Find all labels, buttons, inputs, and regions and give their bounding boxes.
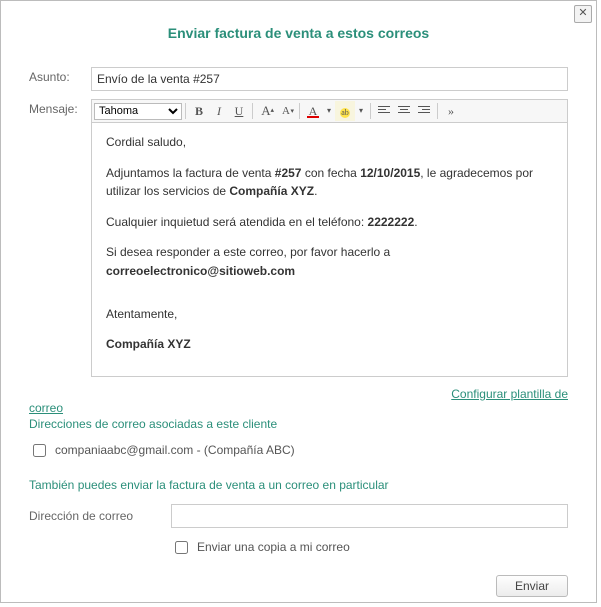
message-label: Mensaje: <box>29 99 91 116</box>
decrease-font-button[interactable]: A▾ <box>276 101 296 121</box>
rich-editor: Tahoma B I U A▴ A▾ A ▾ ab ▾ » <box>91 99 568 377</box>
copy-me-row: Enviar una copia a mi correo <box>171 538 568 557</box>
configure-template-link-line2[interactable]: correo <box>29 401 63 415</box>
extra-email-hint: También puedes enviar la factura de vent… <box>29 478 568 492</box>
address-input[interactable] <box>171 504 568 528</box>
send-button[interactable]: Enviar <box>496 575 568 597</box>
highlight-dropdown[interactable]: ▾ <box>355 101 367 121</box>
align-center-button[interactable] <box>394 101 414 121</box>
bold-button[interactable]: B <box>189 101 209 121</box>
body-line3: Si desea responder a este correo, por fa… <box>106 243 553 280</box>
send-invoice-dialog: ✕ Enviar factura de venta a estos correo… <box>0 0 597 603</box>
copy-me-label: Enviar una copia a mi correo <box>197 540 350 554</box>
dialog-footer: Enviar <box>29 575 568 597</box>
dialog-title: Enviar factura de venta a estos correos <box>29 25 568 41</box>
more-tools-button[interactable]: » <box>441 101 461 121</box>
body-line2: Cualquier inquietud será atendida en el … <box>106 213 553 232</box>
body-line1: Adjuntamos la factura de venta #257 con … <box>106 164 553 201</box>
align-left-button[interactable] <box>374 101 394 121</box>
close-icon[interactable]: ✕ <box>574 5 592 23</box>
editor-toolbar: Tahoma B I U A▴ A▾ A ▾ ab ▾ » <box>91 99 568 123</box>
highlight-button[interactable]: ab <box>335 101 355 121</box>
italic-button[interactable]: I <box>209 101 229 121</box>
message-row: Mensaje: Tahoma B I U A▴ A▾ A ▾ ab ▾ <box>29 99 568 377</box>
font-color-button[interactable]: A <box>303 101 323 121</box>
body-signoff: Atentamente, <box>106 305 553 324</box>
align-right-button[interactable] <box>414 101 434 121</box>
body-greeting: Cordial saludo, <box>106 133 553 152</box>
subject-label: Asunto: <box>29 67 91 84</box>
increase-font-button[interactable]: A▴ <box>256 101 276 121</box>
font-color-dropdown[interactable]: ▾ <box>323 101 335 121</box>
toolbar-separator <box>252 103 253 119</box>
toolbar-separator <box>185 103 186 119</box>
address-row: Dirección de correo <box>29 504 568 528</box>
associated-emails-label: Direcciones de correo asociadas a este c… <box>29 417 568 431</box>
underline-button[interactable]: U <box>229 101 249 121</box>
recipient-checkbox[interactable] <box>33 444 46 457</box>
address-label: Dirección de correo <box>29 509 157 523</box>
toolbar-separator <box>299 103 300 119</box>
toolbar-separator <box>437 103 438 119</box>
toolbar-separator <box>370 103 371 119</box>
configure-template-link[interactable]: Configurar plantilla de <box>451 387 568 401</box>
subject-input[interactable] <box>91 67 568 91</box>
body-signature: Compañía XYZ <box>106 335 553 354</box>
font-family-select[interactable]: Tahoma <box>94 103 182 120</box>
subject-row: Asunto: <box>29 67 568 91</box>
message-body[interactable]: Cordial saludo, Adjuntamos la factura de… <box>91 123 568 377</box>
recipient-item: companiaabc@gmail.com - (Compañía ABC) <box>29 441 568 460</box>
copy-me-checkbox[interactable] <box>175 541 188 554</box>
recipient-text: companiaabc@gmail.com - (Compañía ABC) <box>55 443 295 457</box>
